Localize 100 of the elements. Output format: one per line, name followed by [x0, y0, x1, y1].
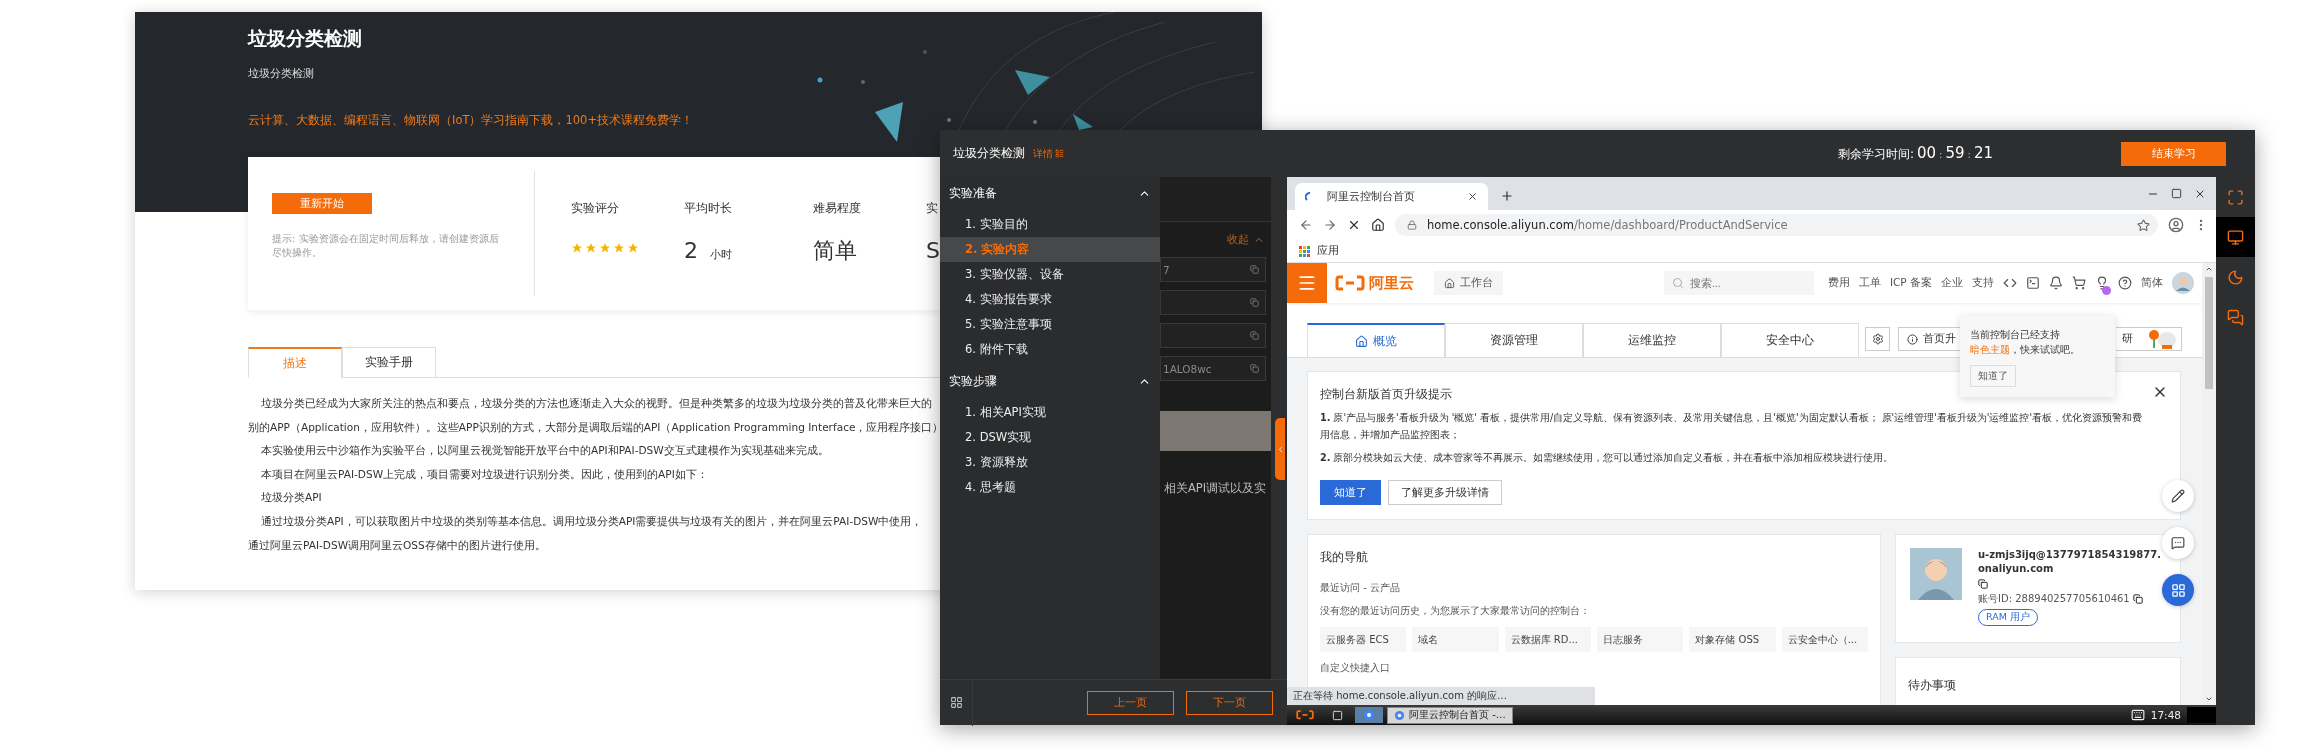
scroll-up-icon[interactable]	[2205, 265, 2213, 273]
terminal-icon[interactable]	[2026, 276, 2040, 290]
section-header[interactable]: 实验步骤	[940, 368, 1160, 394]
browser-tab[interactable]: 阿里云控制台首页	[1295, 183, 1488, 210]
product-chip[interactable]: 对象存储 OSS	[1689, 627, 1776, 652]
settings-button[interactable]	[1865, 327, 1890, 351]
header-link[interactable]: ICP 备案	[1889, 276, 1932, 290]
header-link[interactable]: 工单	[1858, 276, 1881, 290]
section-label: 自定义快捷入口	[1320, 661, 1391, 675]
status-text: 正在等待 home.console.aliyun.com 的响应…	[1287, 687, 1595, 705]
lightbulb-icon[interactable]	[2095, 276, 2109, 290]
help-icon[interactable]	[2118, 276, 2132, 290]
copy-icon[interactable]	[2132, 594, 2143, 604]
header-link[interactable]: 企业	[1941, 276, 1963, 290]
star-icon	[613, 242, 625, 254]
browser-button[interactable]	[1355, 707, 1383, 723]
notice-title: 控制台新版首页升级提示	[1320, 386, 1453, 403]
decoration-drawing	[2147, 329, 2177, 349]
close-icon[interactable]	[1467, 191, 1478, 202]
stop-icon[interactable]	[1347, 218, 1361, 232]
input-field[interactable]: 7	[1160, 257, 1266, 282]
cart-icon[interactable]	[2072, 276, 2086, 290]
scroll-thumb[interactable]	[2205, 277, 2213, 389]
new-tab-icon[interactable]	[1500, 189, 1514, 203]
home-icon[interactable]	[1371, 218, 1385, 232]
scroll-down-icon[interactable]	[2205, 695, 2213, 703]
collapse-link[interactable]: 收起	[1227, 232, 1265, 247]
description-line: 垃圾分类API	[260, 490, 322, 506]
promo-link[interactable]: 云计算、大数据、编程语言、物联网（IoT）学习指南下载，100+技术课程免费学！	[248, 113, 1262, 128]
console-tab[interactable]: 运维监控	[1583, 323, 1721, 358]
details-link[interactable]: 详情	[1033, 146, 1064, 161]
console-tab[interactable]: 安全中心	[1721, 323, 1859, 358]
feedback-button[interactable]	[2162, 527, 2194, 559]
search-field[interactable]: 搜索...	[1663, 271, 1814, 295]
bookmark-label[interactable]: 应用	[1317, 244, 1339, 258]
collapse-handle[interactable]	[1275, 418, 1285, 480]
product-chip[interactable]: 云服务器 ECS	[1320, 627, 1407, 652]
course-title: 垃圾分类检测	[248, 26, 363, 51]
sidebar-item[interactable]: 6. 附件下载	[940, 337, 1160, 362]
product-chip[interactable]: 域名	[1412, 627, 1499, 652]
next-button[interactable]: 下一页	[1186, 690, 1273, 715]
moon-icon	[2227, 268, 2244, 286]
forward-icon[interactable]	[1323, 218, 1337, 232]
card-title: 待办事项	[1908, 678, 1956, 692]
taskbar-task[interactable]: 阿里云控制台首页 -…	[1387, 706, 1513, 724]
scrollbar[interactable]	[2202, 263, 2216, 705]
workbench-button[interactable]: 工作台	[1434, 271, 1503, 295]
input-field[interactable]: 1ALO8wc	[1160, 356, 1266, 381]
input-field[interactable]	[1160, 323, 1266, 348]
home-icon	[1444, 277, 1455, 289]
chat-icon	[2227, 308, 2244, 326]
language-link[interactable]: 简体	[2141, 276, 2163, 290]
description-line: 通过阿里云PAI-DSW调用阿里云OSS存储中的图片进行使用。	[248, 537, 546, 553]
got-it-button[interactable]: 知道了	[1320, 480, 1381, 505]
grid-icon	[949, 696, 963, 709]
bookmark-star-icon[interactable]	[2137, 218, 2150, 232]
avatar[interactable]	[2172, 272, 2194, 294]
section-label: 最近访问 - 云产品	[1320, 581, 1401, 595]
content-text: 相关API调试以及实	[1164, 481, 1268, 496]
back-icon[interactable]	[1299, 218, 1313, 232]
console-tab[interactable]: 概览	[1307, 323, 1445, 358]
sidebar-item[interactable]: 3. 资源释放	[940, 450, 1160, 475]
header-link[interactable]: 费用	[1827, 276, 1850, 290]
desktop-button[interactable]	[2216, 217, 2255, 257]
survey-button[interactable]: 研	[2116, 327, 2182, 351]
copy-icon[interactable]	[1978, 579, 1988, 589]
console-tab[interactable]: 资源管理	[1445, 323, 1583, 358]
apps-button[interactable]	[2162, 574, 2194, 606]
chat-icon	[2171, 536, 2185, 550]
header-link[interactable]: 支持	[1972, 276, 1994, 290]
stat-value: S	[926, 238, 940, 264]
popover-text: 当前控制台已经支持 暗色主题，快来试试吧。	[1970, 328, 2081, 357]
window-icon	[1331, 709, 1343, 721]
product-chip[interactable]: 云数据库 RD...	[1504, 627, 1591, 652]
keyboard-icon[interactable]	[2130, 708, 2145, 722]
sidebar-item[interactable]: 3. 实验仪器、设备	[940, 262, 1160, 287]
sidebar-item[interactable]: 4. 实验报告要求	[940, 287, 1160, 312]
profile-icon[interactable]	[2168, 217, 2184, 233]
home-icon	[1355, 334, 1368, 348]
maximize-icon[interactable]	[2171, 187, 2182, 199]
code-icon[interactable]	[2003, 276, 2017, 290]
star-icon	[627, 242, 639, 254]
product-chip[interactable]: 日志服务	[1597, 627, 1684, 652]
apps-icon[interactable]	[1299, 245, 1310, 257]
edit-button[interactable]	[2162, 480, 2194, 512]
grid-icon	[2170, 582, 2186, 598]
sidebar-item[interactable]: 1. 实验目的	[940, 212, 1160, 237]
section-header[interactable]: 实验准备	[940, 180, 1160, 206]
learn-more-button[interactable]: 了解更多升级详情	[1388, 480, 1502, 505]
got-it-button[interactable]: 知道了	[1970, 365, 2016, 387]
sidebar-item[interactable]: 4. 思考题	[940, 475, 1160, 500]
content-tab[interactable]: 实验手册	[342, 347, 436, 378]
product-chip[interactable]: 云安全中心（...	[1781, 627, 1868, 652]
prev-button[interactable]: 上一页	[1087, 690, 1174, 715]
notice-text: 1. 原'产品与服务'看板升级为 '概览' 看板，提供常用/自定义导航、保有资源列表、及常用关键信息，且'概览'为固定默认看板； 原'运维管理'看板升级为'运维监控'看板，优化资源预警和费用信息，并增加产品监控图表；	[1320, 411, 2144, 442]
sidebar-item[interactable]: 5. 实验注意事项	[940, 312, 1160, 337]
expand-icon	[2227, 188, 2244, 206]
input-field[interactable]	[1160, 290, 1266, 315]
address-bar[interactable]: home.console.aliyun.com/home/dashboard/ProductAndService	[1395, 214, 2158, 236]
bell-icon[interactable]	[2049, 276, 2063, 290]
